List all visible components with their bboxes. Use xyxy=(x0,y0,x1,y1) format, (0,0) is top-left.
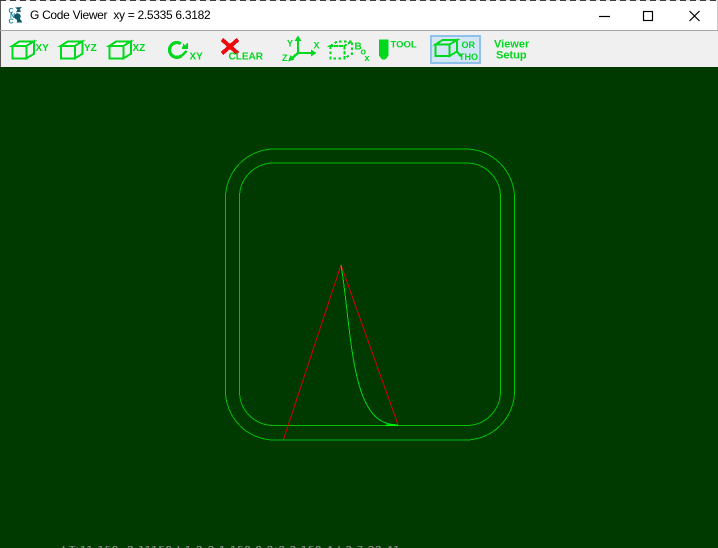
svg-text:Setup: Setup xyxy=(496,50,527,62)
svg-text:YZ: YZ xyxy=(84,43,97,54)
svg-text:XY: XY xyxy=(190,52,204,63)
svg-text:Y: Y xyxy=(287,39,293,49)
svg-text:XZ: XZ xyxy=(133,43,146,54)
svg-text:X: X xyxy=(314,41,320,51)
svg-text:Z: Z xyxy=(282,53,288,63)
svg-text:C: C xyxy=(9,19,14,26)
svg-text:CLEAR: CLEAR xyxy=(229,52,264,63)
svg-text:TOOL: TOOL xyxy=(391,40,417,51)
svg-text:x: x xyxy=(365,53,370,63)
svg-text:THO: THO xyxy=(459,52,478,62)
svg-text:XY: XY xyxy=(36,43,50,54)
svg-text:OR: OR xyxy=(462,40,476,50)
